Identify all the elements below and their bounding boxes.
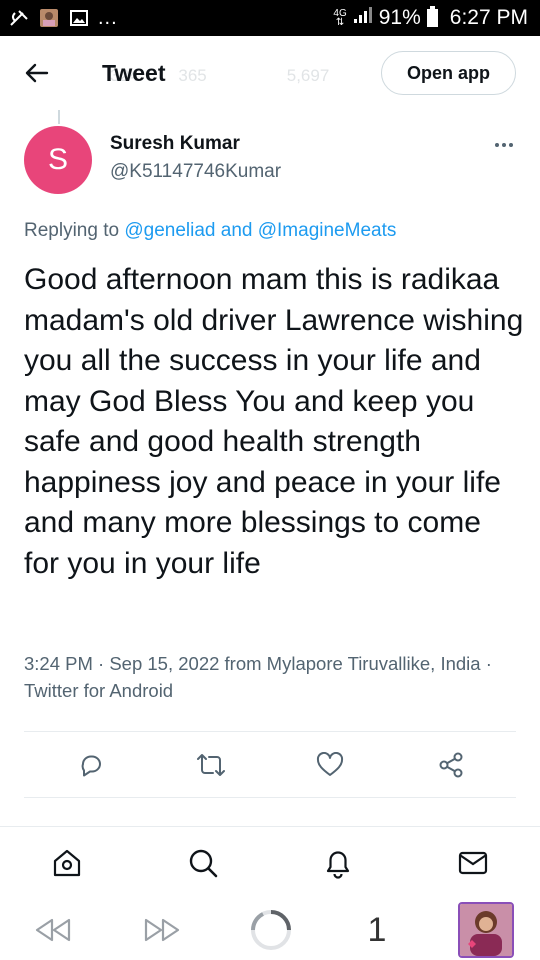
battery-icon	[426, 6, 438, 27]
nav-search[interactable]	[185, 845, 221, 881]
more-notifications: ...	[98, 7, 118, 29]
author-handle[interactable]: @K51147746Kumar	[110, 161, 281, 183]
like-icon	[316, 752, 344, 776]
ghost-stat: 365	[178, 66, 207, 85]
clock: 6:27 PM	[449, 6, 528, 29]
nav-home[interactable]	[49, 845, 85, 881]
gallery-icon	[68, 8, 90, 28]
browser-back-button[interactable]	[33, 910, 73, 950]
retweet-icon	[197, 754, 225, 776]
battery-percent: 91%	[378, 6, 421, 29]
profile-thumbnail[interactable]	[458, 902, 514, 958]
antenna-off-icon	[8, 8, 30, 28]
bottom-navigation	[0, 826, 540, 900]
browser-forward-button[interactable]	[142, 910, 182, 950]
loading-spinner-icon	[251, 910, 291, 950]
replying-users-link[interactable]: @geneliad and @ImagineMeats	[124, 220, 396, 241]
ghost-stat: 5,697	[286, 66, 330, 85]
notifications-icon	[326, 851, 350, 879]
search-icon	[189, 849, 218, 878]
more-dots-icon	[495, 143, 513, 147]
nav-messages[interactable]	[455, 845, 491, 881]
home-icon	[53, 849, 81, 877]
status-bar: ... 4G ⇅ 91% 6:27 PM	[0, 0, 540, 36]
tweet-actions	[0, 734, 540, 796]
retweet-button[interactable]	[194, 748, 228, 782]
app-notification-icon	[38, 8, 60, 28]
network-type: 4G ⇅	[333, 9, 346, 28]
back-button[interactable]	[18, 56, 56, 90]
avatar[interactable]: S	[24, 126, 92, 194]
fast-forward-icon	[144, 918, 180, 942]
system-indicators: 4G ⇅ 91% 6:27 PM	[333, 5, 528, 31]
tweet-text: Good afternoon mam this is radikaa madam…	[24, 263, 524, 580]
notification-icons: ...	[8, 6, 118, 30]
reply-icon	[81, 755, 101, 777]
messages-icon	[458, 851, 488, 875]
author-name[interactable]: Suresh Kumar	[110, 133, 240, 155]
data-arrows: ⇅	[335, 17, 345, 28]
share-button[interactable]	[434, 748, 468, 782]
page-title: Tweet	[102, 60, 166, 86]
more-options-button[interactable]	[488, 132, 520, 158]
tweet-timestamp: 3:24 PM · Sep 15, 2022 from Mylapore Tir…	[24, 653, 492, 701]
divider	[24, 797, 516, 798]
reply-button[interactable]	[74, 748, 108, 782]
replying-prefix: Replying to	[24, 220, 120, 241]
nav-notifications[interactable]	[320, 845, 356, 881]
open-app-button[interactable]: Open app	[381, 51, 516, 95]
thread-connector	[58, 110, 60, 124]
back-arrow-icon	[25, 63, 49, 83]
profile-photo-icon	[460, 904, 512, 956]
replying-to: Replying to @geneliad and @ImagineMeats	[24, 220, 396, 242]
tab-count[interactable]: 1	[366, 910, 388, 950]
divider	[24, 731, 516, 732]
signal-icon	[353, 6, 373, 30]
top-app-bar: 324 365 5,697 Tweet Open app	[0, 36, 540, 110]
loading-indicator	[248, 910, 294, 950]
like-button[interactable]	[313, 748, 347, 782]
share-icon	[439, 752, 463, 778]
rewind-icon	[35, 918, 71, 942]
